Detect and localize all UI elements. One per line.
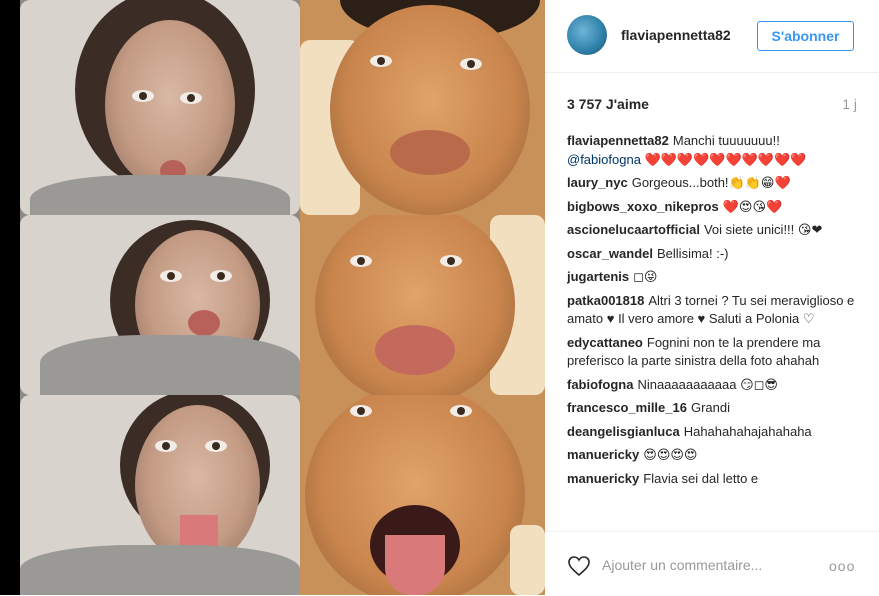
comment-username[interactable]: laury_nyc [567, 175, 628, 190]
comment-username[interactable]: ascionelucaartofficial [567, 222, 700, 237]
comment-text: Grandi [690, 400, 730, 415]
comment-item: jugartenis ◻😜 [567, 268, 867, 287]
comment-text: Hahahahahajahahaha [683, 423, 812, 439]
comment-text: 😍😍😍😍 [643, 447, 698, 462]
comment-text: Gorgeous...both!👏👏😁❤️ [631, 175, 791, 190]
photo-cell-her-2 [20, 215, 300, 395]
comment-item: manuericky Flavia sei dal letto e [567, 470, 867, 489]
comment-item: edycattaneo Fognini non te la prendere ma… [567, 334, 867, 371]
photo-cell-him-3 [300, 395, 545, 595]
photo-cell-him-1 [300, 0, 545, 215]
comments-list[interactable]: flaviapennetta82 Manchi tuuuuuuu!! @fabio… [567, 132, 867, 528]
comment-username[interactable]: edycattaneo [567, 335, 643, 350]
comment-text: Flavia sei dal letto e [643, 470, 759, 486]
comment-username[interactable]: bigbows_xoxo_nikepros [567, 199, 719, 214]
comment-item: patka001818 Altri 3 tornei ? Tu sei merav… [567, 292, 867, 329]
face-image [330, 5, 530, 215]
comment-item: manuericky 😍😍😍😍 [567, 446, 867, 465]
more-options-icon[interactable]: ooo [829, 558, 855, 574]
photo-cell-him-2 [300, 215, 545, 395]
comment-username[interactable]: deangelisgianluca [567, 424, 680, 439]
comment-username[interactable]: manuericky [567, 471, 639, 486]
avatar[interactable] [567, 15, 607, 55]
comment-username[interactable]: fabiofogna [567, 377, 633, 392]
comment-username[interactable]: oscar_wandel [567, 246, 653, 261]
comment-text: ❤️😍😘❤️ [722, 198, 783, 214]
post-header: flaviapennetta82 S'abonner [545, 0, 879, 73]
comment-item: flaviapennetta82 Manchi tuuuuuuu!! @fabio… [567, 132, 867, 169]
comment-item: oscar_wandel Bellisima! :-) [567, 245, 867, 264]
photo-collage [20, 0, 545, 595]
comment-item: deangelisgianluca Hahahahahajahahaha [567, 423, 867, 442]
comment-item: laury_nyc Gorgeous...both!👏👏😁❤️ [567, 174, 867, 193]
add-comment-input[interactable] [602, 553, 822, 577]
likes-row: 3 757 J'aime 1 j [567, 96, 857, 116]
comment-footer: ooo [545, 531, 879, 596]
comment-username[interactable]: francesco_mille_16 [567, 400, 687, 415]
post-modal: flaviapennetta82 S'abonner 3 757 J'aime … [0, 0, 879, 595]
follow-button[interactable]: S'abonner [757, 21, 854, 51]
photo-cell-her-1 [20, 0, 300, 215]
comment-username[interactable]: flaviapennetta82 [567, 133, 669, 148]
comment-text: Bellisima! :-) [657, 245, 729, 261]
comment-emoji: ❤️❤️❤️❤️❤️❤️❤️❤️❤️❤️ [644, 151, 807, 167]
comment-item: bigbows_xoxo_nikepros ❤️😍😘❤️ [567, 198, 867, 217]
photo-cell-her-3 [20, 395, 300, 595]
comment-text: ◻😜 [633, 269, 658, 284]
comment-username[interactable]: manuericky [567, 447, 639, 462]
mention-link[interactable]: @fabiofogna [567, 152, 641, 167]
comment-text: Manchi tuuuuuuu!! [672, 133, 780, 148]
comment-text: Ninaaaaaaaaaaa 😏◻😎 [637, 376, 778, 392]
post-time[interactable]: 1 j [842, 96, 857, 112]
likes-count[interactable]: 3 757 J'aime [567, 96, 649, 112]
heart-icon[interactable] [567, 554, 591, 578]
author-username[interactable]: flaviapennetta82 [621, 27, 731, 43]
post-photo[interactable] [0, 0, 545, 595]
comment-username[interactable]: patka001818 [567, 293, 644, 308]
post-details-panel: flaviapennetta82 S'abonner 3 757 J'aime … [545, 0, 879, 595]
comment-item: fabiofogna Ninaaaaaaaaaaa 😏◻😎 [567, 376, 867, 395]
comment-username[interactable]: jugartenis [567, 269, 629, 284]
comment-item: francesco_mille_16 Grandi [567, 399, 867, 418]
comment-text: Voi siete unici!!! 😘❤ [703, 222, 823, 237]
comment-item: ascionelucaartofficial Voi siete unici!!!… [567, 221, 867, 240]
